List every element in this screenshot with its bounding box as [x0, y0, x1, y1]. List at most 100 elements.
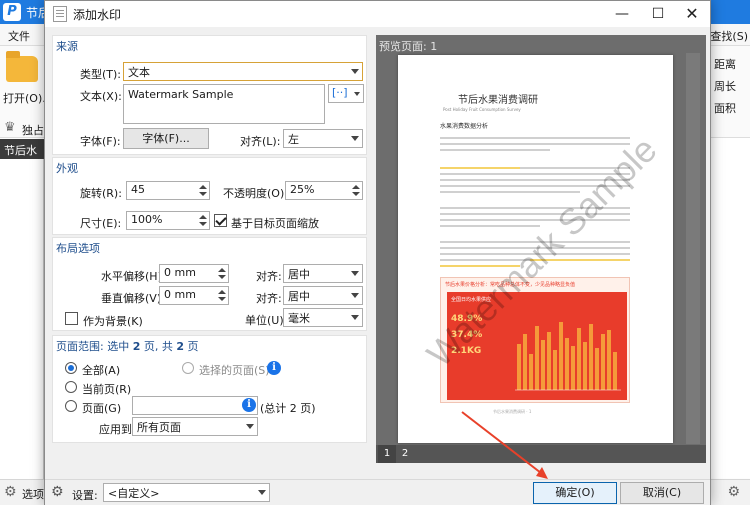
- field-icon: [··]: [332, 86, 348, 99]
- spin-up-icon[interactable]: [199, 185, 207, 189]
- layout-group-title: 布局选项: [56, 242, 100, 255]
- type-value: 文本: [128, 66, 150, 79]
- preview-page: 节后水果消费调研 Post Holiday Fruit Consumption …: [398, 55, 673, 443]
- apply-to-value: 所有页面: [137, 421, 181, 434]
- align-select[interactable]: 左: [283, 129, 363, 148]
- valign-label: 对齐:: [256, 292, 282, 305]
- chevron-down-icon: [258, 490, 266, 495]
- page-footer: 节后水果消费调研 · 1: [493, 409, 532, 414]
- range-title-prefix: 页面范围: 选中: [56, 340, 133, 353]
- total-pages-hint: (总计 2 页): [260, 402, 316, 415]
- bar-chart-svg: [515, 322, 621, 391]
- halign-select[interactable]: 居中: [283, 264, 363, 283]
- hoffset-spinner[interactable]: 0 mm: [159, 264, 229, 283]
- info-icon[interactable]: i: [242, 398, 256, 412]
- gear-icon[interactable]: ⚙: [727, 484, 740, 500]
- menu-find[interactable]: 查找(S): [710, 28, 748, 44]
- document-tab[interactable]: 节后水果: [0, 139, 44, 173]
- hoffset-value: 0 mm: [164, 266, 196, 279]
- text-line: [440, 143, 630, 145]
- rotation-value: 45: [131, 183, 145, 196]
- appearance-group: 外观 旋转(R): 45 不透明度(O): 25% 尺寸(E): 100% 基于…: [52, 157, 367, 235]
- current-page-radio[interactable]: [65, 381, 77, 393]
- selected-pages-label[interactable]: 选择的页面(S): [199, 362, 270, 378]
- preview-panel: 预览页面: 1 节后水果消费调研 Post Holiday Fruit Cons…: [376, 35, 706, 463]
- folder-icon[interactable]: [6, 51, 38, 82]
- unit-select[interactable]: 毫米: [283, 308, 363, 327]
- close-button[interactable]: ✕: [675, 1, 709, 27]
- pages-label[interactable]: 页面(G): [82, 400, 121, 416]
- selected-pages-radio[interactable]: [182, 362, 194, 374]
- font-label: 字体(F):: [80, 135, 121, 148]
- voffset-value: 0 mm: [164, 288, 196, 301]
- spin-down-icon[interactable]: [352, 192, 360, 196]
- spin-down-icon[interactable]: [199, 192, 207, 196]
- voffset-spinner[interactable]: 0 mm: [159, 286, 229, 305]
- page-thumb-1[interactable]: 1: [378, 445, 396, 463]
- ribbon-item-area[interactable]: 面积: [714, 98, 736, 120]
- ribbon-item-distance[interactable]: 距离: [714, 54, 736, 76]
- unique-label[interactable]: 独占: [22, 122, 44, 138]
- opacity-spinner[interactable]: 25%: [285, 181, 363, 200]
- ribbon-item-perimeter[interactable]: 周长: [714, 76, 736, 98]
- spin-down-icon[interactable]: [199, 222, 207, 226]
- chevron-down-icon: [246, 424, 254, 429]
- cancel-button[interactable]: 取消(C): [620, 482, 704, 504]
- ok-button[interactable]: 确定(O): [533, 482, 617, 504]
- watermark-text-value: Watermark Sample: [128, 88, 234, 101]
- settings-select[interactable]: <自定义>: [103, 483, 270, 502]
- type-select[interactable]: 文本: [123, 62, 363, 81]
- chevron-down-icon: [351, 293, 359, 298]
- status-options-label[interactable]: 选项: [22, 486, 44, 502]
- scale-to-page-label[interactable]: 基于目标页面缩放: [231, 215, 319, 231]
- scale-to-page-checkbox[interactable]: [214, 214, 227, 227]
- pages-input[interactable]: [132, 396, 258, 415]
- voffset-label: 垂直偏移(V):: [101, 292, 165, 305]
- apply-to-select[interactable]: 所有页面: [132, 417, 258, 436]
- all-pages-label[interactable]: 全部(A): [82, 362, 120, 378]
- gear-icon[interactable]: ⚙: [4, 484, 17, 500]
- spin-up-icon[interactable]: [352, 185, 360, 189]
- app-logo-icon: P: [3, 3, 21, 21]
- preview-scrollbar[interactable]: [686, 53, 700, 444]
- halign-value: 居中: [288, 268, 310, 281]
- as-background-checkbox[interactable]: [65, 312, 78, 325]
- text-line: [440, 149, 550, 151]
- hoffset-label: 水平偏移(H):: [101, 270, 166, 283]
- document-area-right: [706, 138, 750, 478]
- opacity-value: 25%: [290, 183, 315, 196]
- size-spinner[interactable]: 100%: [126, 211, 210, 230]
- ribbon-measure-items: 距离 周长 面积: [714, 54, 736, 120]
- pages-radio[interactable]: [65, 400, 77, 412]
- text-line: [440, 137, 630, 139]
- range-title-suffix: 页: [184, 340, 199, 353]
- spin-up-icon[interactable]: [218, 268, 226, 272]
- info-icon[interactable]: i: [267, 361, 281, 375]
- minimize-button[interactable]: —: [605, 1, 639, 27]
- text-label: 文本(X):: [80, 90, 122, 103]
- spin-down-icon[interactable]: [218, 275, 226, 279]
- watermark-text-input[interactable]: Watermark Sample: [123, 84, 325, 124]
- valign-select[interactable]: 居中: [283, 286, 363, 305]
- current-page-label[interactable]: 当前页(R): [82, 381, 131, 397]
- text-line: [440, 191, 580, 193]
- settings-value: <自定义>: [108, 487, 160, 500]
- document-icon: [53, 6, 67, 22]
- layout-group: 布局选项 水平偏移(H): 0 mm 对齐: 居中 垂直偏移(V): 0 mm …: [52, 237, 367, 331]
- all-pages-radio[interactable]: [65, 362, 77, 374]
- font-button[interactable]: 字体(F)...: [123, 128, 209, 149]
- insert-field-button[interactable]: [··]: [328, 84, 364, 103]
- crown-icon: ♛: [4, 120, 16, 135]
- align-value: 左: [288, 133, 299, 146]
- spin-up-icon[interactable]: [218, 290, 226, 294]
- menu-file[interactable]: 文件: [8, 28, 30, 44]
- as-background-label[interactable]: 作为背景(K): [83, 313, 143, 329]
- page-thumb-2[interactable]: 2: [396, 445, 414, 463]
- gear-icon[interactable]: ⚙: [51, 484, 64, 500]
- rotation-spinner[interactable]: 45: [126, 181, 210, 200]
- maximize-button[interactable]: ☐: [641, 1, 675, 27]
- spin-up-icon[interactable]: [199, 215, 207, 219]
- bar-chart: [513, 304, 623, 394]
- spin-down-icon[interactable]: [218, 297, 226, 301]
- range-total-count: 2: [176, 340, 185, 353]
